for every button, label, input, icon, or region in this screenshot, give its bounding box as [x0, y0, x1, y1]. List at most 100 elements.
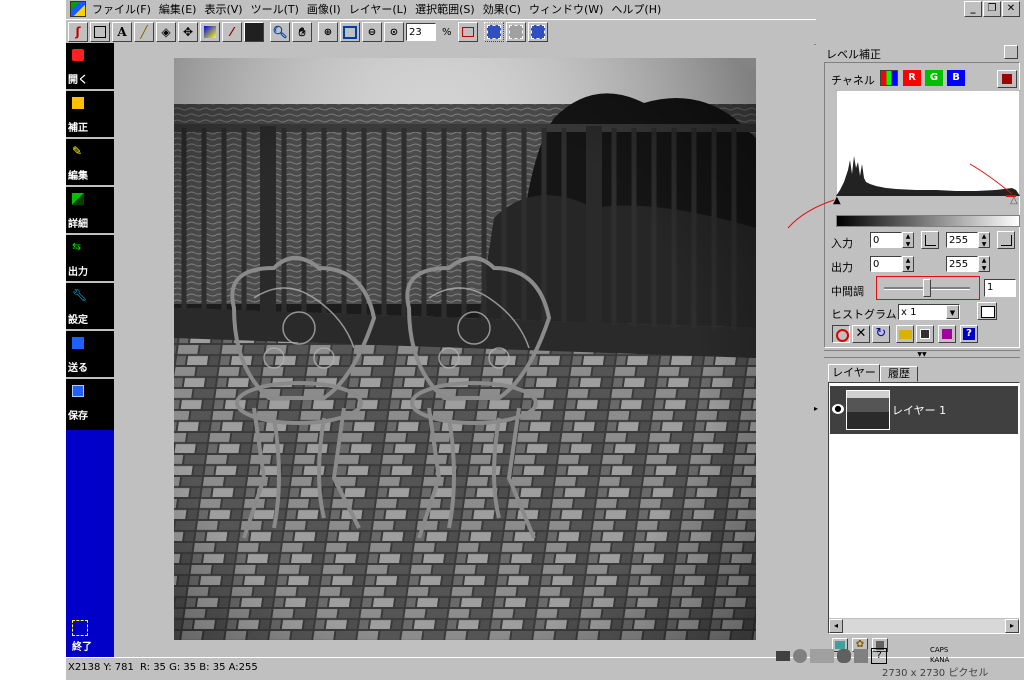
- layers-hscrollbar[interactable]: ◂ ▸: [829, 618, 1019, 633]
- auto-level-button[interactable]: [997, 70, 1017, 88]
- undo-button[interactable]: ↻: [872, 325, 890, 343]
- close-icon: ✕: [855, 326, 867, 341]
- invert-selection-button[interactable]: [527, 22, 548, 42]
- rect-select-button[interactable]: [90, 22, 110, 42]
- keyboard-icon[interactable]: [776, 651, 790, 661]
- white-point-marker-icon[interactable]: △: [1010, 196, 1018, 206]
- close-button[interactable]: ✕: [1002, 1, 1020, 17]
- cursor-coords: X2138 Y: 781: [68, 662, 134, 673]
- sidebar-item-adjust[interactable]: 補正: [66, 91, 114, 139]
- minimize-button[interactable]: _: [964, 1, 982, 17]
- text-tool-button[interactable]: A: [112, 22, 132, 42]
- eye-icon[interactable]: ●: [832, 404, 844, 414]
- output-high-spinner[interactable]: ▲ ▼: [978, 256, 990, 272]
- menu-window[interactable]: ウィンドウ(W): [529, 1, 611, 17]
- zoom-out-icon: ⊖: [367, 26, 377, 38]
- output-low-spinner[interactable]: ▲ ▼: [902, 256, 914, 272]
- help-button[interactable]: ?: [960, 325, 978, 343]
- zoom-input[interactable]: 23: [406, 23, 436, 41]
- input-low-field[interactable]: 0: [870, 232, 902, 248]
- zoom-actual-button[interactable]: ⊙: [384, 22, 404, 42]
- ime-mode-icon[interactable]: [810, 649, 834, 663]
- scroll-right-button[interactable]: ▸: [1005, 619, 1019, 633]
- pixel-color: R: 35 G: 35 B: 35 A:255: [140, 662, 258, 673]
- sidebar-item-settings[interactable]: 🔧︎ 設定: [66, 283, 114, 331]
- midtone-label: 中間調: [831, 285, 864, 298]
- move-tool-button[interactable]: ✥: [178, 22, 198, 42]
- fit-window-button[interactable]: [340, 22, 360, 42]
- output-low-field[interactable]: 0: [870, 256, 902, 272]
- sidebar-item-open[interactable]: 開く: [66, 43, 114, 91]
- histogram-option-button[interactable]: [977, 302, 997, 320]
- menu-layer[interactable]: レイヤー(L): [349, 1, 415, 17]
- stop-button[interactable]: [832, 325, 850, 343]
- midtone-value-field[interactable]: 1: [984, 279, 1016, 297]
- sidebar-item-edit[interactable]: ✎ 編集: [66, 139, 114, 187]
- handwriting-icon[interactable]: [793, 649, 807, 663]
- cancel-button[interactable]: ✕: [852, 325, 870, 343]
- hand-tool-button[interactable]: ✋︎: [292, 22, 312, 42]
- channel-g-button[interactable]: G: [925, 70, 943, 86]
- menu-help[interactable]: ヘルプ(H): [611, 1, 669, 17]
- channel-b-button[interactable]: B: [947, 70, 965, 86]
- scroll-left-button[interactable]: ◂: [829, 619, 843, 633]
- exit-button[interactable]: 終了: [70, 620, 110, 654]
- preset-effect-button[interactable]: [938, 325, 956, 343]
- eyedropper-tool-button[interactable]: ⁄: [222, 22, 242, 42]
- kana-indicator: KANA: [930, 656, 950, 664]
- midtone-slider-thumb[interactable]: [923, 279, 931, 297]
- lasso-tool-button[interactable]: ʃ: [68, 22, 88, 42]
- input-curve-button[interactable]: [921, 231, 939, 249]
- sidebar-item-detail[interactable]: 詳細: [66, 187, 114, 235]
- output-high-field[interactable]: 255: [946, 256, 978, 272]
- sidebar-item-send[interactable]: 送る: [66, 331, 114, 379]
- chevron-down-icon: ▼: [949, 309, 956, 317]
- curve-icon: [925, 235, 936, 246]
- fill-tool-button[interactable]: ◈: [156, 22, 176, 42]
- brush-tool-button[interactable]: ╱: [134, 22, 154, 42]
- panel-toggle-button[interactable]: [1004, 45, 1018, 59]
- restore-button[interactable]: ❐: [983, 1, 1001, 17]
- zoom-apply-button[interactable]: [457, 22, 478, 42]
- black-point-marker-icon[interactable]: ▲: [833, 196, 841, 206]
- deselect-button[interactable]: [505, 22, 526, 42]
- layer-row[interactable]: ● レイヤー 1: [830, 386, 1018, 434]
- dictionary-icon[interactable]: [837, 649, 851, 663]
- tool-icon[interactable]: [854, 649, 868, 663]
- menu-edit[interactable]: 編集(E): [159, 1, 205, 17]
- save-preset-button[interactable]: [916, 325, 934, 343]
- menu-image[interactable]: 画像(I): [307, 1, 349, 17]
- toolbar: ʃ A ╱ ◈ ✥ ⁄ 🔍︎ ✋︎ ⊕ ⊖ ⊙ 23 %: [66, 19, 816, 45]
- sidebar-item-save[interactable]: 保存: [66, 379, 114, 425]
- open-preset-button[interactable]: [896, 325, 914, 343]
- input-high-spinner[interactable]: ▲ ▼: [978, 232, 990, 248]
- photo-canvas[interactable]: [174, 58, 756, 640]
- gradient-tool-button[interactable]: [200, 22, 220, 42]
- menu-selection[interactable]: 選択範囲(S): [415, 1, 483, 17]
- frame-icon: [461, 27, 474, 37]
- input-reset-button[interactable]: [997, 231, 1015, 249]
- zoom-out-button[interactable]: ⊖: [362, 22, 382, 42]
- floppy-icon: [72, 385, 84, 397]
- tab-layer[interactable]: レイヤー: [828, 364, 880, 382]
- channel-rgb-button[interactable]: [880, 70, 898, 86]
- zoom-unit-label: %: [442, 26, 452, 38]
- sidebar-item-output[interactable]: ⇆ 出力: [66, 235, 114, 283]
- input-high-field[interactable]: 255: [946, 232, 978, 248]
- stop-icon: [836, 329, 849, 342]
- menu-tools[interactable]: ツール(T): [251, 1, 307, 17]
- menu-file[interactable]: ファイル(F): [92, 1, 159, 17]
- ime-help-icon[interactable]: ?: [871, 648, 887, 664]
- color-swatch[interactable]: [244, 22, 264, 42]
- histogram-scale-dropdown[interactable]: ▼: [946, 305, 959, 319]
- menu-view[interactable]: 表示(V): [204, 1, 250, 17]
- histogram-label: ヒストグラム: [831, 308, 897, 321]
- tab-history[interactable]: 履歴: [880, 366, 918, 382]
- input-low-spinner[interactable]: ▲ ▼: [902, 232, 914, 248]
- menu-effects[interactable]: 効果(C): [483, 1, 529, 17]
- channel-r-button[interactable]: R: [903, 70, 921, 86]
- zoom-tool-button[interactable]: 🔍︎: [270, 22, 290, 42]
- zoom-in-button[interactable]: ⊕: [318, 22, 338, 42]
- panel-splitter[interactable]: ▼▼: [824, 350, 1020, 358]
- select-all-button[interactable]: [483, 22, 504, 42]
